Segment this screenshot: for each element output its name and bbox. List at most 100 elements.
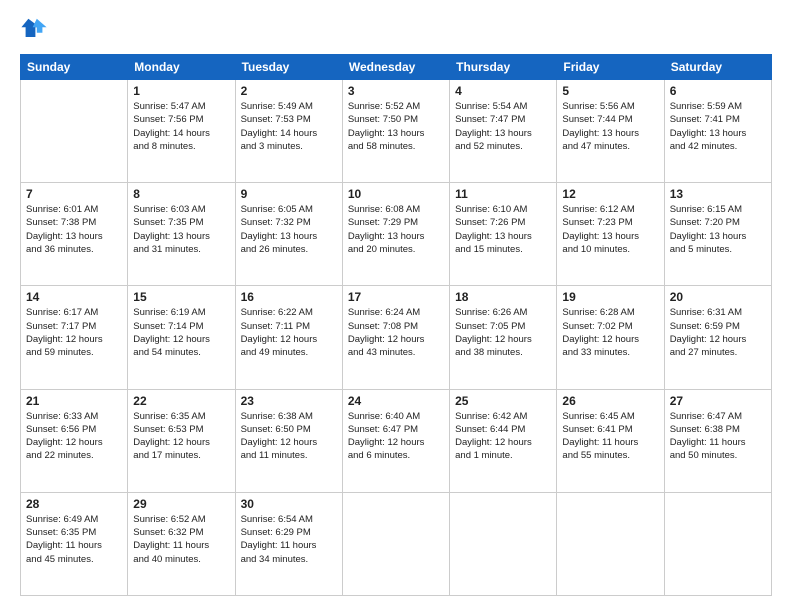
day-info: Sunrise: 6:26 AMSunset: 7:05 PMDaylight:… xyxy=(455,306,551,359)
day-number: 24 xyxy=(348,394,444,408)
calendar-cell: 24 Sunrise: 6:40 AMSunset: 6:47 PMDayligh… xyxy=(342,389,449,492)
logo xyxy=(20,16,52,44)
calendar-cell: 25 Sunrise: 6:42 AMSunset: 6:44 PMDayligh… xyxy=(450,389,557,492)
day-number: 29 xyxy=(133,497,229,511)
calendar-cell xyxy=(664,492,771,595)
day-of-week-header: Tuesday xyxy=(235,55,342,80)
day-number: 11 xyxy=(455,187,551,201)
day-info: Sunrise: 6:35 AMSunset: 6:53 PMDaylight:… xyxy=(133,410,229,463)
calendar-cell: 21 Sunrise: 6:33 AMSunset: 6:56 PMDayligh… xyxy=(21,389,128,492)
calendar-cell: 2 Sunrise: 5:49 AMSunset: 7:53 PMDaylight… xyxy=(235,80,342,183)
calendar-cell: 30 Sunrise: 6:54 AMSunset: 6:29 PMDayligh… xyxy=(235,492,342,595)
calendar-cell: 19 Sunrise: 6:28 AMSunset: 7:02 PMDayligh… xyxy=(557,286,664,389)
calendar-cell: 28 Sunrise: 6:49 AMSunset: 6:35 PMDayligh… xyxy=(21,492,128,595)
day-of-week-header: Wednesday xyxy=(342,55,449,80)
calendar-cell: 20Sunrise: 6:31 AMSunset: 6:59 PMDayligh… xyxy=(664,286,771,389)
calendar-cell: 6 Sunrise: 5:59 AMSunset: 7:41 PMDaylight… xyxy=(664,80,771,183)
day-number: 2 xyxy=(241,84,337,98)
day-info: Sunrise: 6:19 AMSunset: 7:14 PMDaylight:… xyxy=(133,306,229,359)
day-info: Sunrise: 6:40 AMSunset: 6:47 PMDaylight:… xyxy=(348,410,444,463)
day-info: Sunrise: 6:42 AMSunset: 6:44 PMDaylight:… xyxy=(455,410,551,463)
calendar-cell: 8 Sunrise: 6:03 AMSunset: 7:35 PMDaylight… xyxy=(128,183,235,286)
day-number: 30 xyxy=(241,497,337,511)
day-info: Sunrise: 6:33 AMSunset: 6:56 PMDaylight:… xyxy=(26,410,122,463)
day-info: Sunrise: 5:59 AMSunset: 7:41 PMDaylight:… xyxy=(670,100,766,153)
calendar-cell: 3 Sunrise: 5:52 AMSunset: 7:50 PMDaylight… xyxy=(342,80,449,183)
day-number: 22 xyxy=(133,394,229,408)
day-number: 17 xyxy=(348,290,444,304)
calendar-cell: 18 Sunrise: 6:26 AMSunset: 7:05 PMDayligh… xyxy=(450,286,557,389)
calendar-cell: 11Sunrise: 6:10 AMSunset: 7:26 PMDayligh… xyxy=(450,183,557,286)
day-number: 14 xyxy=(26,290,122,304)
day-info: Sunrise: 6:45 AMSunset: 6:41 PMDaylight:… xyxy=(562,410,658,463)
day-of-week-header: Friday xyxy=(557,55,664,80)
day-info: Sunrise: 6:38 AMSunset: 6:50 PMDaylight:… xyxy=(241,410,337,463)
day-number: 7 xyxy=(26,187,122,201)
day-info: Sunrise: 5:52 AMSunset: 7:50 PMDaylight:… xyxy=(348,100,444,153)
calendar-cell xyxy=(450,492,557,595)
day-number: 25 xyxy=(455,394,551,408)
day-number: 28 xyxy=(26,497,122,511)
day-number: 13 xyxy=(670,187,766,201)
calendar-cell xyxy=(21,80,128,183)
calendar-cell: 12 Sunrise: 6:12 AMSunset: 7:23 PMDayligh… xyxy=(557,183,664,286)
day-number: 21 xyxy=(26,394,122,408)
day-info: Sunrise: 6:52 AMSunset: 6:32 PMDaylight:… xyxy=(133,513,229,566)
day-info: Sunrise: 6:17 AMSunset: 7:17 PMDaylight:… xyxy=(26,306,122,359)
day-info: Sunrise: 6:24 AMSunset: 7:08 PMDaylight:… xyxy=(348,306,444,359)
calendar-cell: 9 Sunrise: 6:05 AMSunset: 7:32 PMDaylight… xyxy=(235,183,342,286)
day-number: 8 xyxy=(133,187,229,201)
calendar-cell: 10 Sunrise: 6:08 AMSunset: 7:29 PMDayligh… xyxy=(342,183,449,286)
day-info: Sunrise: 5:49 AMSunset: 7:53 PMDaylight:… xyxy=(241,100,337,153)
day-number: 6 xyxy=(670,84,766,98)
day-info: Sunrise: 6:49 AMSunset: 6:35 PMDaylight:… xyxy=(26,513,122,566)
calendar-cell: 7 Sunrise: 6:01 AMSunset: 7:38 PMDaylight… xyxy=(21,183,128,286)
day-number: 5 xyxy=(562,84,658,98)
calendar-cell: 23 Sunrise: 6:38 AMSunset: 6:50 PMDayligh… xyxy=(235,389,342,492)
day-info: Sunrise: 6:47 AMSunset: 6:38 PMDaylight:… xyxy=(670,410,766,463)
day-info: Sunrise: 6:28 AMSunset: 7:02 PMDaylight:… xyxy=(562,306,658,359)
day-info: Sunrise: 6:08 AMSunset: 7:29 PMDaylight:… xyxy=(348,203,444,256)
calendar-cell: 15Sunrise: 6:19 AMSunset: 7:14 PMDayligh… xyxy=(128,286,235,389)
header xyxy=(20,16,772,44)
calendar-cell: 14 Sunrise: 6:17 AMSunset: 7:17 PMDayligh… xyxy=(21,286,128,389)
day-info: Sunrise: 5:54 AMSunset: 7:47 PMDaylight:… xyxy=(455,100,551,153)
calendar-cell xyxy=(342,492,449,595)
day-number: 3 xyxy=(348,84,444,98)
day-info: Sunrise: 6:22 AMSunset: 7:11 PMDaylight:… xyxy=(241,306,337,359)
calendar-cell: 27 Sunrise: 6:47 AMSunset: 6:38 PMDayligh… xyxy=(664,389,771,492)
calendar-cell: 16 Sunrise: 6:22 AMSunset: 7:11 PMDayligh… xyxy=(235,286,342,389)
day-number: 19 xyxy=(562,290,658,304)
day-info: Sunrise: 6:01 AMSunset: 7:38 PMDaylight:… xyxy=(26,203,122,256)
logo-icon xyxy=(20,16,48,44)
calendar-cell: 1 Sunrise: 5:47 AMSunset: 7:56 PMDaylight… xyxy=(128,80,235,183)
day-number: 16 xyxy=(241,290,337,304)
calendar-cell: 5 Sunrise: 5:56 AMSunset: 7:44 PMDaylight… xyxy=(557,80,664,183)
day-number: 20 xyxy=(670,290,766,304)
page: SundayMondayTuesdayWednesdayThursdayFrid… xyxy=(0,0,792,612)
calendar-cell: 17 Sunrise: 6:24 AMSunset: 7:08 PMDayligh… xyxy=(342,286,449,389)
day-number: 1 xyxy=(133,84,229,98)
day-info: Sunrise: 5:56 AMSunset: 7:44 PMDaylight:… xyxy=(562,100,658,153)
day-number: 9 xyxy=(241,187,337,201)
day-info: Sunrise: 5:47 AMSunset: 7:56 PMDaylight:… xyxy=(133,100,229,153)
calendar-cell xyxy=(557,492,664,595)
day-info: Sunrise: 6:54 AMSunset: 6:29 PMDaylight:… xyxy=(241,513,337,566)
day-of-week-header: Saturday xyxy=(664,55,771,80)
day-number: 26 xyxy=(562,394,658,408)
day-number: 27 xyxy=(670,394,766,408)
day-number: 10 xyxy=(348,187,444,201)
day-number: 23 xyxy=(241,394,337,408)
day-number: 4 xyxy=(455,84,551,98)
day-info: Sunrise: 6:03 AMSunset: 7:35 PMDaylight:… xyxy=(133,203,229,256)
day-info: Sunrise: 6:05 AMSunset: 7:32 PMDaylight:… xyxy=(241,203,337,256)
day-number: 18 xyxy=(455,290,551,304)
day-number: 12 xyxy=(562,187,658,201)
calendar-cell: 22 Sunrise: 6:35 AMSunset: 6:53 PMDayligh… xyxy=(128,389,235,492)
calendar-cell: 26 Sunrise: 6:45 AMSunset: 6:41 PMDayligh… xyxy=(557,389,664,492)
day-info: Sunrise: 6:12 AMSunset: 7:23 PMDaylight:… xyxy=(562,203,658,256)
day-of-week-header: Monday xyxy=(128,55,235,80)
calendar-cell: 13Sunrise: 6:15 AMSunset: 7:20 PMDayligh… xyxy=(664,183,771,286)
day-of-week-header: Sunday xyxy=(21,55,128,80)
day-of-week-header: Thursday xyxy=(450,55,557,80)
